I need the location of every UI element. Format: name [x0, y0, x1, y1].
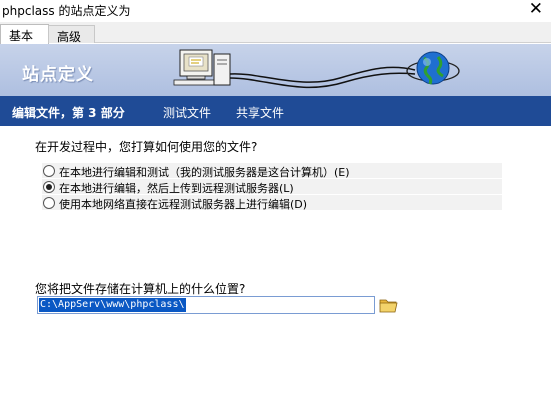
tab-basic[interactable]: 基本: [0, 24, 49, 44]
local-folder-input[interactable]: C:\AppServ\www\phpclass\: [37, 296, 375, 314]
question-location: 您将把文件存储在计算机上的什么位置?: [35, 282, 246, 296]
nav-sharing-files[interactable]: 共享文件: [236, 104, 284, 121]
banner-graphic: [173, 49, 460, 89]
radio-button[interactable]: [43, 165, 55, 177]
radio-label[interactable]: 使用本地网络直接在远程测试服务器上进行编辑(D): [59, 196, 307, 212]
globe-icon: [406, 51, 460, 85]
wizard-nav: 编辑文件，第 3 部分 测试文件 共享文件: [0, 96, 551, 126]
tab-bar: 基本 高级: [0, 22, 551, 44]
tab-advanced[interactable]: 高级: [48, 25, 95, 44]
radio-option-upload[interactable]: 在本地进行编辑，然后上传到远程测试服务器(L): [42, 179, 502, 196]
question-usage: 在开发过程中，您打算如何使用您的文件?: [35, 140, 258, 154]
nav-current-step: 编辑文件，第 3 部分: [12, 106, 125, 120]
window-title: phpclass 的站点定义为: [2, 4, 131, 18]
radio-option-network[interactable]: 使用本地网络直接在远程测试服务器上进行编辑(D): [42, 195, 502, 212]
local-folder-value[interactable]: C:\AppServ\www\phpclass\: [39, 298, 186, 312]
computer-icon: [173, 49, 231, 86]
close-icon[interactable]: ✕: [529, 0, 543, 19]
title-bar: phpclass 的站点定义为 ✕: [0, 0, 551, 21]
folder-open-icon[interactable]: [379, 297, 399, 313]
radio-option-local[interactable]: 在本地进行编辑和测试（我的测试服务器是这台计算机）(E): [42, 163, 502, 180]
radio-button[interactable]: [43, 197, 55, 209]
radio-label[interactable]: 在本地进行编辑，然后上传到远程测试服务器(L): [59, 180, 294, 196]
radio-label[interactable]: 在本地进行编辑和测试（我的测试服务器是这台计算机）(E): [59, 164, 350, 180]
banner: 站点定义: [0, 44, 551, 96]
nav-testing-files[interactable]: 测试文件: [163, 104, 211, 121]
radio-button-selected[interactable]: [43, 181, 55, 193]
